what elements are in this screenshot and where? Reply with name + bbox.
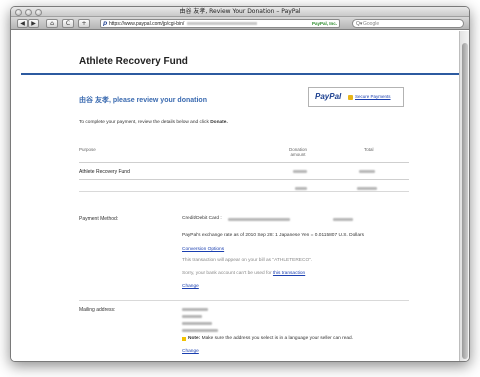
- merchant-title: Athlete Recovery Fund: [79, 56, 188, 67]
- address-bar[interactable]: P https://www.paypal.com/jp/cgi-bin/ Pay…: [100, 19, 340, 28]
- lock-icon: [348, 95, 353, 100]
- search-field[interactable]: Q▾ Google: [352, 19, 464, 28]
- card-expiry-redacted: [333, 218, 353, 221]
- total-label-redacted: [295, 187, 307, 190]
- bank-note-text: Sorry, your bank account can't be used f…: [182, 271, 273, 276]
- section-divider: [79, 191, 409, 192]
- scrollbar-thumb[interactable]: [462, 43, 468, 359]
- url-text: https://www.paypal.com/jp/cgi-bin/: [109, 21, 185, 27]
- reload-button[interactable]: C: [62, 19, 74, 28]
- ssl-identity-badge[interactable]: PayPal, Inc.: [312, 20, 337, 27]
- paypal-logo: PayPal: [315, 92, 342, 101]
- payment-method-label: Payment Method:: [79, 216, 119, 222]
- col-total: Total: [364, 147, 374, 152]
- table-header: Purpose Donation amount Total: [79, 143, 409, 163]
- address-line-redacted: [182, 308, 208, 311]
- total-row: [79, 183, 409, 195]
- search-placeholder: Google: [363, 21, 380, 27]
- bank-note: Sorry, your bank account can't be used f…: [182, 271, 305, 278]
- row-donation-redacted: [293, 170, 307, 173]
- note-icon: [182, 337, 186, 341]
- paypal-secure-box: PayPal Secure Payments: [308, 87, 404, 107]
- secure-payments-link[interactable]: Secure Payments: [355, 94, 391, 99]
- instructions-action: Donate.: [210, 120, 228, 125]
- instructions: To complete your payment, review the det…: [79, 120, 228, 125]
- row-purpose: Athlete Recovery Fund: [79, 169, 130, 175]
- statement-note: This transaction will appear on your bil…: [182, 258, 313, 263]
- title-bar: 由谷 友孝, Review Your Donation – PayPal: [11, 7, 469, 17]
- paypal-favicon-icon: P: [103, 22, 108, 28]
- row-total-redacted: [359, 170, 375, 173]
- search-icon[interactable]: Q▾: [356, 20, 362, 28]
- table-row: Athlete Recovery Fund: [79, 166, 409, 180]
- col-donation-amount: Donation amount: [288, 147, 307, 157]
- header-divider: [21, 73, 461, 75]
- card-label: Credit/Debit Card :: [182, 216, 222, 221]
- add-bookmark-button[interactable]: +: [78, 19, 90, 28]
- col-purpose: Purpose: [79, 147, 96, 152]
- card-number-redacted: [228, 218, 290, 221]
- address-line-redacted: [182, 322, 212, 325]
- vertical-scrollbar[interactable]: [459, 31, 469, 361]
- address-line-redacted: [182, 315, 202, 318]
- change-address-link[interactable]: Change: [182, 349, 199, 356]
- address-note: Note: Make sure the address you select i…: [188, 336, 353, 343]
- address-line-redacted: [182, 329, 218, 332]
- page-content: Athlete Recovery Fund 由谷 友孝, please revi…: [11, 31, 461, 361]
- back-button[interactable]: ◀: [17, 19, 28, 28]
- browser-window: 由谷 友孝, Review Your Donation – PayPal ◀ ▶…: [10, 6, 470, 362]
- total-value-redacted: [357, 187, 377, 190]
- home-button[interactable]: ⌂: [46, 19, 58, 28]
- exchange-rate-text: PayPal's exchange rate as of 2010 Sep 28…: [182, 233, 365, 238]
- mailing-address-label: Mailing address:: [79, 307, 116, 313]
- change-payment-link[interactable]: Change: [182, 284, 199, 291]
- note-text: Make sure the address you select is in a…: [200, 336, 354, 341]
- forward-button[interactable]: ▶: [28, 19, 39, 28]
- instructions-text: To complete your payment, review the det…: [79, 120, 211, 125]
- section-divider: [79, 300, 409, 301]
- url-redacted: [187, 22, 258, 26]
- note-bold: Note:: [188, 336, 201, 341]
- window-title: 由谷 友孝, Review Your Donation – PayPal: [179, 8, 301, 15]
- conversion-options-link[interactable]: Conversion Options: [182, 247, 224, 254]
- review-heading: 由谷 友孝, please review your donation: [79, 97, 207, 104]
- browser-toolbar: ◀ ▶ ⌂ C + P https://www.paypal.com/jp/cg…: [11, 17, 469, 30]
- this-transaction-link[interactable]: this transaction: [273, 271, 305, 276]
